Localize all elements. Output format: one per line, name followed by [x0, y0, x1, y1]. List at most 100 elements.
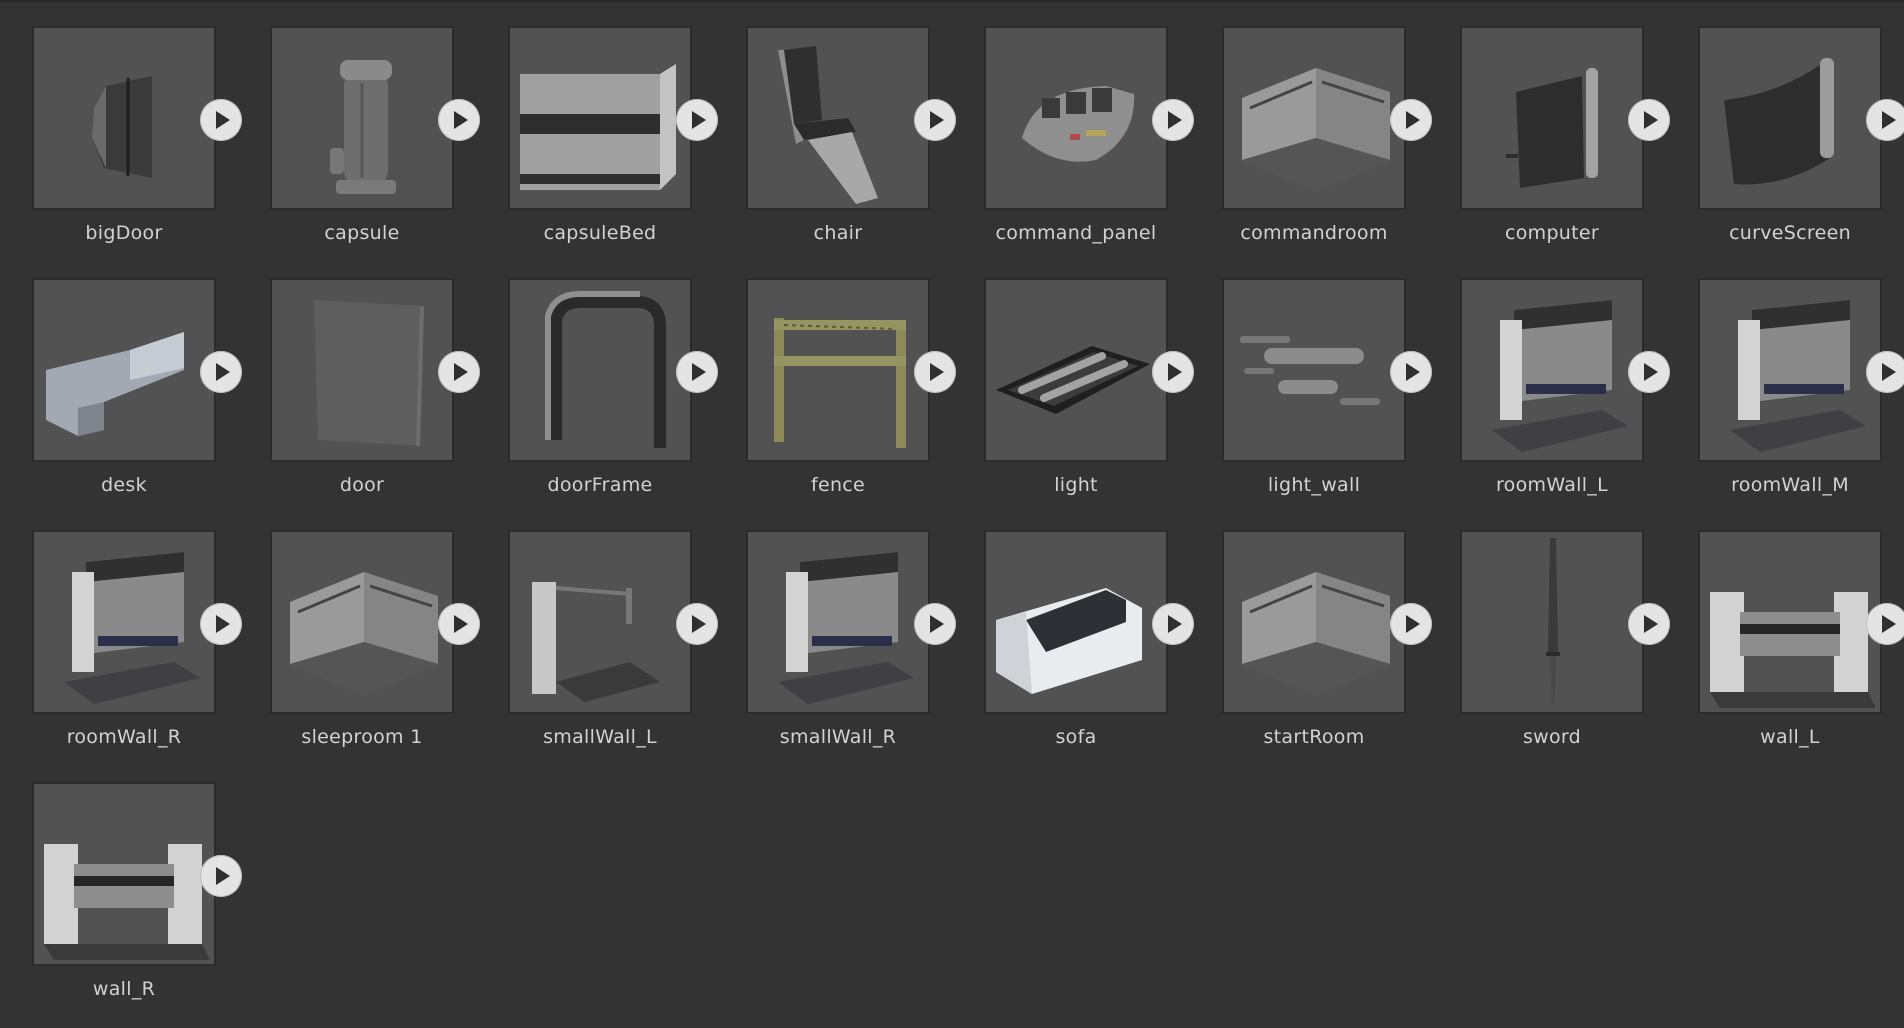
room-icon [290, 572, 438, 694]
asset-thumbnail[interactable] [1460, 530, 1644, 714]
asset-thumbnail[interactable] [1460, 278, 1644, 462]
asset-item[interactable]: sleeproom 1 [270, 530, 480, 760]
asset-item[interactable]: command_panel [984, 26, 1194, 256]
asset-thumbnail[interactable] [1698, 26, 1882, 210]
asset-thumbnail[interactable] [1222, 278, 1406, 462]
asset-thumbnail[interactable] [746, 278, 930, 462]
play-icon[interactable] [438, 99, 480, 141]
play-icon[interactable] [200, 351, 242, 393]
light-wall-icon [1240, 336, 1380, 405]
asset-thumbnail[interactable] [270, 530, 454, 714]
asset-label: roomWall_M [1731, 474, 1849, 496]
play-icon[interactable] [438, 351, 480, 393]
asset-label: capsuleBed [543, 222, 657, 244]
play-icon[interactable] [1152, 351, 1194, 393]
wall-icon [1710, 592, 1876, 708]
play-icon[interactable] [200, 603, 242, 645]
room-wall-icon [1730, 300, 1866, 452]
asset-thumbnail[interactable] [1222, 530, 1406, 714]
asset-thumbnail[interactable] [270, 278, 454, 462]
asset-item[interactable]: commandroom [1222, 26, 1432, 256]
asset-label: fence [810, 474, 866, 496]
play-icon[interactable] [200, 855, 242, 897]
asset-thumbnail[interactable] [746, 530, 930, 714]
asset-grid: bigDoor capsule capsuleBed chair command_pan… [0, 0, 1904, 1028]
asset-thumbnail[interactable] [32, 782, 216, 966]
asset-item[interactable]: wall_L [1698, 530, 1904, 760]
play-icon[interactable] [1866, 351, 1904, 393]
asset-item[interactable]: smallWall_R [746, 530, 956, 760]
asset-item[interactable]: startRoom [1222, 530, 1432, 760]
asset-thumbnail[interactable] [1460, 26, 1644, 210]
asset-label: desk [101, 474, 147, 496]
play-icon[interactable] [1390, 351, 1432, 393]
asset-label: light [1054, 474, 1098, 496]
play-icon[interactable] [914, 99, 956, 141]
play-icon[interactable] [1152, 99, 1194, 141]
asset-item[interactable]: curveScreen [1698, 26, 1904, 256]
asset-label: wall_L [1760, 726, 1820, 748]
play-icon[interactable] [1628, 99, 1670, 141]
play-icon[interactable] [1152, 603, 1194, 645]
asset-thumbnail[interactable] [1222, 26, 1406, 210]
play-icon[interactable] [1628, 351, 1670, 393]
asset-item[interactable]: light [984, 278, 1194, 508]
asset-thumbnail[interactable] [1698, 530, 1882, 714]
asset-item[interactable]: roomWall_R [32, 530, 242, 760]
asset-item[interactable]: door [270, 278, 480, 508]
asset-label: door [339, 474, 385, 496]
asset-item[interactable]: light_wall [1222, 278, 1432, 508]
asset-item[interactable]: doorFrame [508, 278, 718, 508]
asset-thumbnail[interactable] [984, 530, 1168, 714]
asset-thumbnail[interactable] [1698, 278, 1882, 462]
play-icon[interactable] [1866, 603, 1904, 645]
asset-thumbnail[interactable] [746, 26, 930, 210]
small-wall-icon [532, 582, 660, 702]
door-frame-icon [545, 291, 666, 448]
asset-item[interactable]: capsuleBed [508, 26, 718, 256]
asset-thumbnail[interactable] [32, 26, 216, 210]
asset-item[interactable]: fence [746, 278, 956, 508]
asset-item[interactable]: capsule [270, 26, 480, 256]
room-icon [1242, 68, 1390, 190]
play-icon[interactable] [676, 351, 718, 393]
play-icon[interactable] [914, 603, 956, 645]
asset-item[interactable]: roomWall_L [1460, 278, 1670, 508]
asset-thumbnail[interactable] [984, 26, 1168, 210]
room-icon [1242, 572, 1390, 694]
play-icon[interactable] [438, 603, 480, 645]
asset-label: sword [1522, 726, 1582, 748]
play-icon[interactable] [676, 99, 718, 141]
curve-screen-icon [1724, 58, 1834, 185]
play-icon[interactable] [1628, 603, 1670, 645]
asset-item[interactable]: wall_R [32, 782, 242, 1012]
asset-item[interactable]: chair [746, 26, 956, 256]
asset-thumbnail[interactable] [984, 278, 1168, 462]
asset-thumbnail[interactable] [32, 278, 216, 462]
play-icon[interactable] [200, 99, 242, 141]
fence-icon [774, 318, 906, 448]
asset-item[interactable]: bigDoor [32, 26, 242, 256]
asset-label: sofa [1055, 726, 1097, 748]
asset-item[interactable]: computer [1460, 26, 1670, 256]
sofa-icon [996, 588, 1142, 694]
asset-thumbnail[interactable] [270, 26, 454, 210]
play-icon[interactable] [914, 351, 956, 393]
asset-thumbnail[interactable] [32, 530, 216, 714]
asset-item[interactable]: smallWall_L [508, 530, 718, 760]
asset-item[interactable]: desk [32, 278, 242, 508]
asset-thumbnail[interactable] [508, 530, 692, 714]
play-icon[interactable] [1390, 603, 1432, 645]
asset-thumbnail[interactable] [508, 26, 692, 210]
asset-label: sleeproom 1 [301, 726, 423, 748]
asset-thumbnail[interactable] [508, 278, 692, 462]
play-icon[interactable] [1866, 99, 1904, 141]
asset-item[interactable]: roomWall_M [1698, 278, 1904, 508]
play-icon[interactable] [676, 603, 718, 645]
asset-label: light_wall [1267, 474, 1361, 496]
play-icon[interactable] [1390, 99, 1432, 141]
screen-icon [1506, 68, 1598, 188]
asset-item[interactable]: sofa [984, 530, 1194, 760]
asset-item[interactable]: sword [1460, 530, 1670, 760]
asset-label: command_panel [995, 222, 1157, 244]
